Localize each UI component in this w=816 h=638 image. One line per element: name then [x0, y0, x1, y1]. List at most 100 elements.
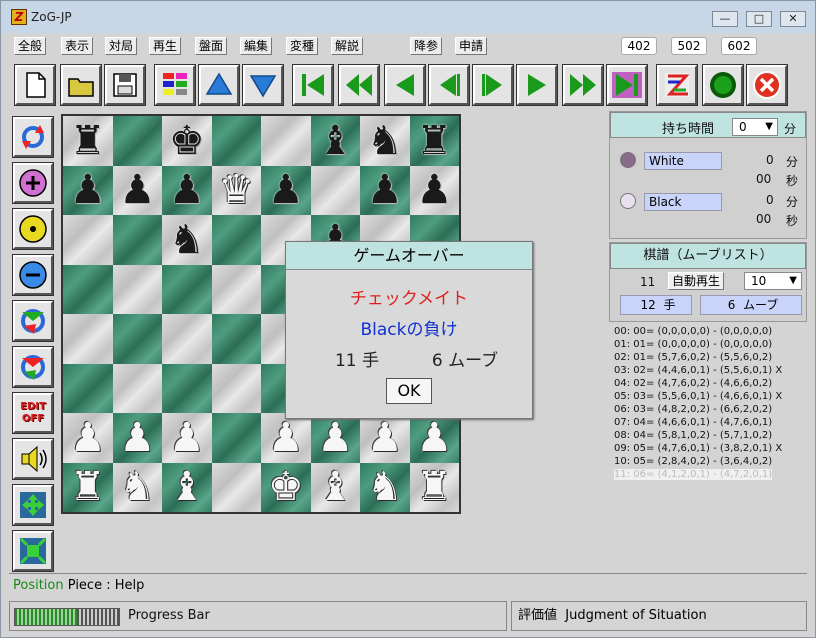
black-player-radio[interactable] [620, 193, 636, 209]
white-queen-piece[interactable]: ♛ [218, 170, 254, 210]
menu-replay[interactable]: 再生 [149, 37, 182, 55]
white-pawn-piece[interactable]: ♟ [119, 418, 155, 458]
remove-piece-button[interactable] [12, 254, 54, 296]
open-file-button[interactable] [60, 64, 102, 106]
board-square[interactable] [112, 116, 162, 166]
move-list-item[interactable]: 03: 02= (4,4,6,0,1) - (5,5,6,0,1) X [614, 365, 782, 376]
add-piece-button[interactable] [12, 162, 54, 204]
forward-fast-button[interactable] [562, 64, 604, 106]
board-size-602-button[interactable]: 602 [721, 37, 757, 55]
rotate-board-button[interactable] [12, 116, 54, 158]
board-square[interactable]: ♜ [409, 462, 459, 512]
menu-board[interactable]: 盤面 [195, 37, 228, 55]
go-button[interactable] [702, 64, 744, 106]
board-size-402-button[interactable]: 402 [621, 37, 657, 55]
board-square[interactable]: ♚ [261, 462, 311, 512]
black-pawn-piece[interactable]: ♟ [169, 170, 205, 210]
last-move-button[interactable] [606, 64, 648, 106]
white-pawn-piece[interactable]: ♟ [70, 418, 106, 458]
move-list-item[interactable]: 00: 00= (0,0,0,0,0) - (0,0,0,0,0) [614, 326, 772, 337]
board-square[interactable]: ♟ [63, 413, 113, 463]
board-square[interactable] [211, 413, 261, 463]
move-list-item[interactable]: 11: 06= (4,1,2,0,1) - (4,7,2,0,1) [614, 469, 773, 480]
board-square[interactable]: ♜ [409, 116, 459, 166]
black-pawn-piece[interactable]: ♟ [367, 170, 403, 210]
white-king-piece[interactable]: ♚ [268, 467, 304, 507]
board-square[interactable]: ♜ [63, 116, 113, 166]
black-pawn-piece[interactable]: ♟ [268, 170, 304, 210]
board-square[interactable]: ♞ [360, 462, 410, 512]
board-square[interactable]: ♟ [261, 413, 311, 463]
first-move-button[interactable] [292, 64, 334, 106]
black-pawn-piece[interactable]: ♟ [119, 170, 155, 210]
forward-step-button[interactable] [472, 64, 514, 106]
board-square[interactable] [63, 363, 113, 413]
move-list-item[interactable]: 08: 04= (5,8,1,0,2) - (5,7,1,0,2) [614, 430, 772, 441]
menu-general[interactable]: 全般 [14, 37, 47, 55]
menu-resign[interactable]: 降参 [410, 37, 443, 55]
white-pawn-piece[interactable]: ♟ [367, 418, 403, 458]
white-knight-piece[interactable]: ♞ [119, 467, 155, 507]
expand-button[interactable] [12, 484, 54, 526]
board-square[interactable] [112, 215, 162, 265]
white-pawn-piece[interactable]: ♟ [317, 418, 353, 458]
menu-edit[interactable]: 編集 [240, 37, 273, 55]
autoplay-speed-select[interactable]: 10 ▼ [744, 272, 802, 290]
back-fast-button[interactable] [338, 64, 380, 106]
cycle-red-button[interactable] [12, 346, 54, 388]
move-list-item[interactable]: 09: 05= (4,7,6,0,1) - (3,8,2,0,1) X [614, 443, 782, 454]
white-pawn-piece[interactable]: ♟ [268, 418, 304, 458]
board-square[interactable] [211, 462, 261, 512]
move-list-item[interactable]: 06: 03= (4,8,2,0,2) - (6,6,2,0,2) [614, 404, 772, 415]
board-square[interactable]: ♟ [112, 165, 162, 215]
board-square[interactable] [162, 314, 212, 364]
board-square[interactable] [63, 264, 113, 314]
back-button[interactable] [384, 64, 426, 106]
stop-button[interactable] [746, 64, 788, 106]
white-rook-piece[interactable]: ♜ [416, 467, 452, 507]
board-square[interactable]: ♟ [112, 413, 162, 463]
board-size-502-button[interactable]: 502 [671, 37, 707, 55]
board-square[interactable]: ♟ [409, 165, 459, 215]
minimize-button[interactable]: — [712, 11, 738, 27]
close-button[interactable]: ✕ [780, 11, 806, 27]
move-list-item[interactable]: 04: 02= (4,7,6,0,2) - (4,6,6,0,2) [614, 378, 772, 389]
board-square[interactable]: ♝ [310, 116, 360, 166]
board-square[interactable] [63, 314, 113, 364]
board-square[interactable] [261, 116, 311, 166]
swap-sides-button[interactable] [656, 64, 698, 106]
board-square[interactable] [112, 314, 162, 364]
move-list-item[interactable]: 10: 05= (2,8,4,0,2) - (3,6,4,0,2) [614, 456, 772, 467]
new-file-button[interactable] [14, 64, 56, 106]
maximize-button[interactable]: □ [746, 11, 772, 27]
board-square[interactable] [63, 215, 113, 265]
move-list-item[interactable]: 05: 03= (5,5,6,0,1) - (4,6,6,0,1) X [614, 391, 782, 402]
white-pawn-piece[interactable]: ♟ [169, 418, 205, 458]
edit-off-button[interactable]: EDIT OFF [12, 392, 54, 434]
ok-button[interactable]: OK [386, 378, 432, 404]
board-square[interactable] [211, 264, 261, 314]
black-pawn-piece[interactable]: ♟ [70, 170, 106, 210]
shrink-button[interactable] [12, 530, 54, 572]
board-square[interactable] [112, 264, 162, 314]
black-rook-piece[interactable]: ♜ [70, 121, 106, 161]
black-king-piece[interactable]: ♚ [169, 121, 205, 161]
board-square[interactable] [162, 363, 212, 413]
board-square[interactable]: ♝ [310, 462, 360, 512]
board-square[interactable]: ♜ [63, 462, 113, 512]
board-colors-button[interactable] [154, 64, 196, 106]
white-bishop-piece[interactable]: ♝ [317, 467, 353, 507]
board-square[interactable]: ♟ [310, 413, 360, 463]
board-square[interactable]: ♟ [409, 413, 459, 463]
board-square[interactable]: ♟ [162, 165, 212, 215]
board-square[interactable]: ♞ [162, 215, 212, 265]
autoplay-button[interactable]: 自動再生 [668, 272, 725, 290]
move-list[interactable]: 00: 00= (0,0,0,0,0) - (0,0,0,0,0) 01: 01=… [611, 323, 807, 571]
board-square[interactable]: ♚ [162, 116, 212, 166]
black-pawn-piece[interactable]: ♟ [416, 170, 452, 210]
board-square[interactable]: ♟ [360, 413, 410, 463]
board-square[interactable]: ♟ [360, 165, 410, 215]
menu-view[interactable]: 表示 [61, 37, 94, 55]
board-square[interactable]: ♛ [211, 165, 261, 215]
board-square[interactable]: ♝ [162, 462, 212, 512]
